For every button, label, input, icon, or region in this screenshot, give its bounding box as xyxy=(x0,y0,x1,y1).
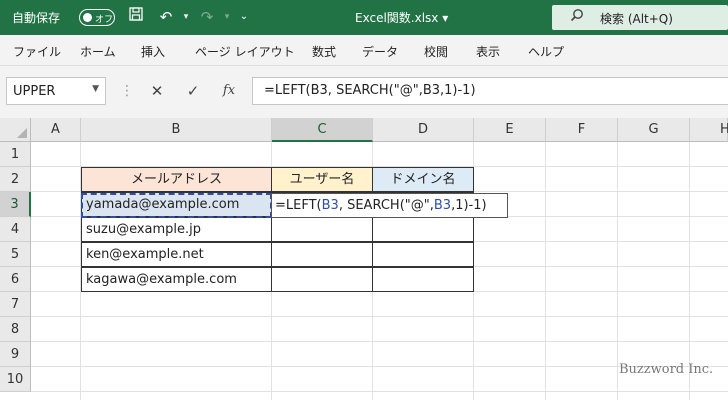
cell-b2-header[interactable]: メールアドレス xyxy=(81,167,272,192)
undo-dropdown-icon[interactable]: ▾ xyxy=(175,6,197,28)
tab-insert[interactable]: 挿入 xyxy=(141,43,165,60)
ribbon-tabs: ファイル ホーム 挿入 ページ レイアウト 数式 データ 校閲 表示 ヘルプ xyxy=(0,35,728,66)
cancel-icon[interactable]: ✕ xyxy=(142,77,172,105)
cell-c5[interactable] xyxy=(271,242,373,267)
cell-c6[interactable] xyxy=(271,267,373,292)
name-box[interactable]: UPPER ▼ xyxy=(6,77,106,105)
search-box[interactable]: 検索 (Alt+Q) xyxy=(552,5,728,30)
tab-help[interactable]: ヘルプ xyxy=(528,43,564,60)
chevron-down-icon[interactable]: ▼ xyxy=(92,84,99,94)
gridline xyxy=(31,341,728,342)
cell-d5[interactable] xyxy=(372,242,474,267)
insert-function-icon[interactable]: fx xyxy=(214,77,244,105)
tab-data[interactable]: データ xyxy=(362,43,398,60)
gridline xyxy=(545,142,546,400)
name-box-value: UPPER xyxy=(13,84,56,99)
row-header-5[interactable]: 5 xyxy=(0,242,31,267)
column-header-h[interactable]: H xyxy=(690,118,728,142)
row-header-1[interactable]: 1 xyxy=(0,142,31,167)
cell-c4[interactable] xyxy=(271,217,373,242)
formula-input[interactable]: =LEFT(B3, SEARCH("@",B3,1)-1) xyxy=(252,77,728,105)
cell-b6[interactable]: kagawa@example.com xyxy=(81,267,272,292)
gridline xyxy=(31,391,728,392)
select-all-corner[interactable] xyxy=(0,118,31,142)
column-header-e[interactable]: E xyxy=(474,118,546,142)
formula-bar-divider-icon: ⋮ xyxy=(120,83,134,99)
undo-icon[interactable]: ↶ xyxy=(155,6,177,28)
reference-highlight-b3 xyxy=(81,193,272,218)
search-placeholder: 検索 (Alt+Q) xyxy=(600,12,673,26)
cell-b5[interactable]: ken@example.net xyxy=(81,242,272,267)
edit-part-end: ,1)-1) xyxy=(451,198,487,213)
gridline xyxy=(31,316,728,317)
tab-formulas[interactable]: 数式 xyxy=(312,43,336,60)
tab-review[interactable]: 校閲 xyxy=(424,43,448,60)
cell-d2-header[interactable]: ドメイン名 xyxy=(372,167,474,192)
save-icon[interactable] xyxy=(125,6,147,28)
cell-b4[interactable]: suzu@example.jp xyxy=(81,217,272,242)
search-icon xyxy=(570,8,584,26)
edit-part-func: =LEFT( xyxy=(275,198,322,213)
column-header-c[interactable]: C xyxy=(272,118,373,142)
tab-file[interactable]: ファイル xyxy=(13,43,61,60)
row-header-9[interactable]: 9 xyxy=(0,342,31,367)
column-header-f[interactable]: F xyxy=(546,118,618,142)
cell-d4[interactable] xyxy=(372,217,474,242)
row-header-4[interactable]: 4 xyxy=(0,217,31,242)
tab-home[interactable]: ホーム xyxy=(80,43,116,60)
file-name[interactable]: Excel関数.xlsx ▾ xyxy=(355,9,448,26)
edit-part-search: , SEARCH("@", xyxy=(338,198,434,213)
autosave-state: オフ xyxy=(95,15,114,25)
gridline xyxy=(617,142,618,400)
column-header-d[interactable]: D xyxy=(373,118,474,142)
column-header-b[interactable]: B xyxy=(81,118,272,142)
select-all-icon xyxy=(17,128,27,138)
watermark: Buzzword Inc. xyxy=(619,362,714,377)
formula-bar: UPPER ▼ ⋮ ✕ ✓ fx =LEFT(B3, SEARCH("@",B3… xyxy=(0,66,728,118)
column-header-a[interactable]: A xyxy=(31,118,81,142)
row-header-8[interactable]: 8 xyxy=(0,317,31,342)
formula-text: =LEFT(B3, SEARCH("@",B3,1)-1) xyxy=(264,83,476,98)
title-bar: 自動保存 オフ ↶ ▾ ↷ ▾ ⌄ Excel関数.xlsx ▾ 検索 (Alt… xyxy=(0,0,728,35)
column-header-g[interactable]: G xyxy=(618,118,690,142)
row-header-10[interactable]: 10 xyxy=(0,367,31,392)
cell-c2-header[interactable]: ユーザー名 xyxy=(271,167,373,192)
cell-d6[interactable] xyxy=(372,267,474,292)
tab-view[interactable]: 表示 xyxy=(476,43,500,60)
tab-page-layout[interactable]: ページ レイアウト xyxy=(195,43,295,60)
enter-icon[interactable]: ✓ xyxy=(178,77,208,105)
autosave-label: 自動保存 xyxy=(12,11,61,25)
autosave-toggle[interactable]: オフ xyxy=(79,9,115,26)
customize-toolbar-icon[interactable]: ⌄ xyxy=(233,6,255,28)
cell-c3-editor[interactable]: =LEFT(B3, SEARCH("@",B3,1)-1) xyxy=(271,193,508,218)
row-header-6[interactable]: 6 xyxy=(0,267,31,292)
redo-icon: ↷ xyxy=(200,8,214,26)
edit-ref-b3-second: B3 xyxy=(433,198,452,213)
edit-ref-b3: B3 xyxy=(321,198,339,213)
row-header-7[interactable]: 7 xyxy=(0,292,31,317)
row-header-3[interactable]: 3 xyxy=(0,192,31,217)
toggle-knob xyxy=(83,13,92,22)
row-header-2[interactable]: 2 xyxy=(0,167,31,192)
